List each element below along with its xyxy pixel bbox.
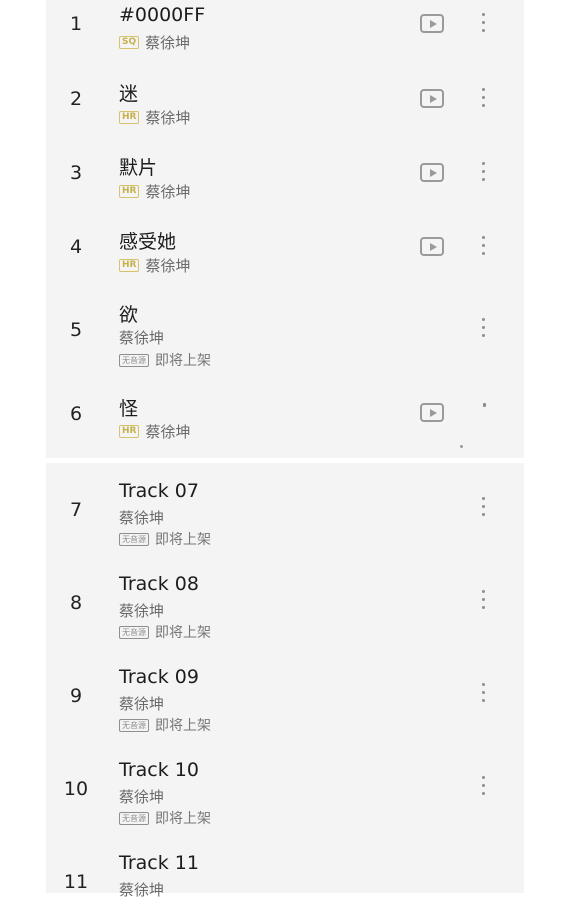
more-options-icon[interactable] [477,681,489,705]
scroll-indicator-dot [460,445,463,448]
track-title: Track 09 [119,666,199,688]
no-source-badge: 无音源 [119,718,149,732]
more-options-icon[interactable] [477,588,489,612]
track-row[interactable]: 5 欲 蔡徐坤 无音源 即将上架 [46,296,524,384]
track-number: 6 [69,403,83,425]
sq-quality-badge: SQ [119,36,140,49]
more-options-icon[interactable] [477,160,489,184]
track-number: 9 [69,685,83,707]
track-row[interactable]: 8 Track 08 蔡徐坤 无音源 即将上架 [46,570,524,663]
coming-soon-label: 即将上架 [155,625,211,641]
more-options-icon[interactable] [483,403,486,407]
track-title: 默片 [119,157,158,179]
track-row[interactable]: 2 迷 HR 蔡徐坤 [46,74,524,148]
track-number: 3 [69,162,83,184]
no-source-badge: 无音源 [119,532,149,546]
track-artist: 蔡徐坤 [145,183,191,201]
coming-soon-label: 即将上架 [155,353,211,369]
coming-soon-label: 即将上架 [155,532,211,548]
track-title: 感受她 [119,231,177,253]
track-number: 8 [69,592,83,614]
track-row[interactable]: 3 默片 HR 蔡徐坤 [46,148,524,222]
track-title: #0000FF [119,4,206,26]
track-number: 5 [69,319,83,341]
track-artist: 蔡徐坤 [145,423,191,441]
track-number: 2 [69,88,83,110]
track-row[interactable]: 7 Track 07 蔡徐坤 无音源 即将上架 [46,477,524,570]
coming-soon-label: 即将上架 [155,718,211,734]
no-source-badge: 无音源 [119,625,149,639]
track-row[interactable]: 1 #0000FF SQ 蔡徐坤 [46,0,524,74]
play-video-icon[interactable] [420,89,444,108]
track-artist: 蔡徐坤 [145,257,191,275]
track-title: Track 10 [119,759,199,781]
hr-quality-badge: HR [119,259,140,272]
track-list-section-1: 1 #0000FF SQ 蔡徐坤 2 迷 HR 蔡徐坤 3 默片 HR 蔡徐坤 … [46,0,524,458]
track-artist: 蔡徐坤 [145,109,191,127]
play-video-icon[interactable] [420,403,444,422]
more-options-icon[interactable] [477,86,489,110]
more-options-icon[interactable] [477,495,489,519]
more-options-icon[interactable] [477,234,489,258]
track-artist: 蔡徐坤 [119,881,165,899]
play-video-icon[interactable] [420,237,444,256]
track-artist: 蔡徐坤 [145,34,191,52]
more-options-icon[interactable] [477,774,489,798]
track-row[interactable]: 11 Track 11 蔡徐坤 [46,849,524,899]
track-artist: 蔡徐坤 [119,695,165,713]
track-title: Track 11 [119,852,199,874]
track-number: 10 [63,778,89,800]
track-title: Track 07 [119,480,199,502]
coming-soon-label: 即将上架 [155,811,211,827]
track-artist: 蔡徐坤 [119,509,165,527]
play-video-icon[interactable] [420,163,444,182]
track-list-section-2: 7 Track 07 蔡徐坤 无音源 即将上架 8 Track 08 蔡徐坤 无… [46,463,524,899]
track-artist: 蔡徐坤 [119,602,165,620]
more-options-icon[interactable] [477,11,489,35]
track-artist: 蔡徐坤 [119,788,165,806]
track-number: 7 [69,499,83,521]
hr-quality-badge: HR [119,185,140,198]
more-options-icon[interactable] [477,316,489,340]
track-row[interactable]: 9 Track 09 蔡徐坤 无音源 即将上架 [46,663,524,756]
track-title: 迷 [119,83,139,105]
track-title: Track 08 [119,573,199,595]
no-source-badge: 无音源 [119,811,149,825]
track-number: 1 [69,13,83,35]
track-number: 11 [63,871,89,893]
track-title: 怪 [119,398,139,420]
track-artist: 蔡徐坤 [119,329,165,347]
track-title: 欲 [119,304,139,326]
track-row[interactable]: 6 怪 HR 蔡徐坤 [46,384,524,458]
hr-quality-badge: HR [119,111,140,124]
play-video-icon[interactable] [420,14,444,33]
no-source-badge: 无音源 [119,353,149,367]
track-number: 4 [69,236,83,258]
hr-quality-badge: HR [119,425,140,438]
track-row[interactable]: 10 Track 10 蔡徐坤 无音源 即将上架 [46,756,524,849]
track-row[interactable]: 4 感受她 HR 蔡徐坤 [46,222,524,296]
